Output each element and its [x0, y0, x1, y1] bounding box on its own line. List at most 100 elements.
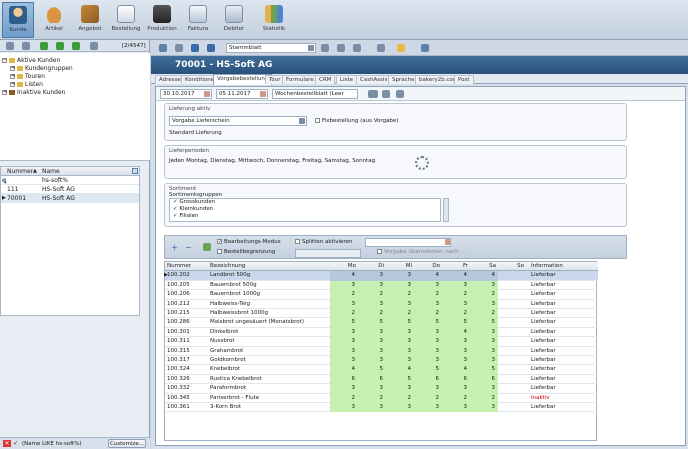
- cell-quantity[interactable]: 3: [330, 385, 358, 391]
- preview-icon[interactable]: [337, 44, 345, 52]
- apply-template-checkbox[interactable]: Vorgabe übernehmen nach ...: [377, 249, 466, 255]
- cell-quantity[interactable]: 3: [442, 357, 470, 363]
- cell-quantity[interactable]: 3: [386, 338, 414, 344]
- cell-quantity[interactable]: 3: [358, 282, 386, 288]
- tree-item-aktive-kunden[interactable]: − Aktive Kunden: [2, 57, 148, 65]
- cell-quantity[interactable]: 2: [442, 291, 470, 297]
- cell-quantity[interactable]: 3: [386, 357, 414, 363]
- cell-quantity[interactable]: 5: [470, 366, 498, 372]
- column-header[interactable]: Mi: [386, 263, 414, 269]
- column-header[interactable]: Mo: [330, 263, 358, 269]
- column-header[interactable]: Bezeichnung: [210, 263, 330, 269]
- cell-quantity[interactable]: 3: [414, 348, 442, 354]
- attach-icon[interactable]: [377, 44, 385, 52]
- cell-quantity[interactable]: 5: [330, 319, 358, 325]
- tab-post[interactable]: Post: [454, 75, 474, 84]
- tab-vorgabebestellung[interactable]: Vorgabebestellung: [213, 74, 273, 85]
- cell-quantity[interactable]: 6: [470, 376, 498, 382]
- cell-quantity[interactable]: 3: [330, 329, 358, 335]
- table-row[interactable]: 100.315 Grahambrot 3 3 3 3 3 3 Lieferbar: [165, 346, 598, 356]
- filter-row[interactable]: ꝗ hs-soft%: [1, 176, 139, 185]
- arrow-down-double-icon[interactable]: [56, 42, 64, 50]
- column-header[interactable]: Information: [531, 263, 591, 269]
- cell-quantity[interactable]: 3: [330, 348, 358, 354]
- export-icon[interactable]: [353, 44, 361, 52]
- ribbon-angebot-button[interactable]: Angebot: [72, 2, 108, 38]
- filter-check-icon[interactable]: ✓: [13, 440, 18, 447]
- refresh-icon[interactable]: [22, 42, 30, 50]
- cell-quantity[interactable]: 3: [414, 329, 442, 335]
- cell-quantity[interactable]: 2: [442, 310, 470, 316]
- table-row[interactable]: 100.206 Bauernbrot 1000g 2 2 2 2 2 2 Lieferbar: [165, 290, 598, 300]
- tree-item-inaktive-kunden[interactable]: + Inaktive Kunden: [2, 89, 148, 97]
- cell-quantity[interactable]: 3: [442, 404, 470, 410]
- cell-quantity[interactable]: 5: [386, 319, 414, 325]
- cell-quantity[interactable]: 2: [470, 310, 498, 316]
- cell-quantity[interactable]: 3: [358, 348, 386, 354]
- cell-quantity[interactable]: 3: [470, 338, 498, 344]
- cell-quantity[interactable]: 5: [414, 319, 442, 325]
- column-header-number[interactable]: Nummer: [7, 168, 33, 175]
- expand-icon[interactable]: +: [2, 90, 7, 95]
- cell-quantity[interactable]: 4: [414, 272, 442, 278]
- cell-quantity[interactable]: 6: [330, 376, 358, 382]
- search-dropdown-icon[interactable]: [308, 45, 314, 51]
- cell-quantity[interactable]: 3: [330, 404, 358, 410]
- table-row[interactable]: 100.332 Paraformbrot 3 3 3 3 3 3 Lieferbar: [165, 384, 598, 394]
- view-select[interactable]: Wochenbestellblatt (Leer Menge): [272, 89, 358, 99]
- cell-quantity[interactable]: 3: [358, 329, 386, 335]
- clear-filter-icon[interactable]: ✕: [3, 440, 11, 447]
- cell-quantity[interactable]: 3: [442, 301, 470, 307]
- table-row[interactable]: ▶ 100.202 Landbrot 500g 4 3 3 4 4 4 Lieferbar: [164, 271, 598, 281]
- cell-quantity[interactable]: 2: [358, 395, 386, 401]
- cell-quantity[interactable]: 2: [470, 395, 498, 401]
- tab-formulare[interactable]: Formulare: [282, 75, 318, 84]
- cell-quantity[interactable]: 4: [330, 366, 358, 372]
- arrow-down-triple-icon[interactable]: [72, 42, 80, 50]
- cell-quantity[interactable]: 2: [358, 310, 386, 316]
- comment-icon[interactable]: [397, 44, 405, 52]
- cell-quantity[interactable]: 4: [330, 272, 358, 278]
- column-header[interactable]: Di: [358, 263, 386, 269]
- cell-quantity[interactable]: 3: [414, 404, 442, 410]
- cell-quantity[interactable]: 3: [470, 357, 498, 363]
- date-to-field[interactable]: 05.11.2017: [216, 89, 268, 99]
- back-icon[interactable]: [159, 44, 167, 52]
- cell-quantity[interactable]: 5: [358, 319, 386, 325]
- column-header[interactable]: Sa: [470, 263, 498, 269]
- cell-quantity[interactable]: 2: [386, 310, 414, 316]
- cell-quantity[interactable]: 3: [330, 357, 358, 363]
- cell-quantity[interactable]: 4: [386, 366, 414, 372]
- cell-quantity[interactable]: 3: [358, 385, 386, 391]
- remove-icon[interactable]: −: [185, 243, 192, 252]
- filter-name-value[interactable]: hs-soft%: [42, 177, 68, 184]
- table-row[interactable]: 100.311 Nussbrot 3 3 3 3 3 3 Lieferbar: [165, 337, 598, 347]
- ribbon-statistik-button[interactable]: Statistik: [256, 2, 292, 38]
- ribbon-artikel-button[interactable]: Artikel: [36, 2, 72, 38]
- cell-quantity[interactable]: 3: [386, 348, 414, 354]
- tab-crm[interactable]: CRM: [315, 75, 336, 84]
- help-icon[interactable]: [421, 44, 429, 52]
- cell-quantity[interactable]: 3: [442, 385, 470, 391]
- table-row[interactable]: 100.324 Knebelbrot 4 5 4 5 4 5 Lieferbar: [165, 365, 598, 375]
- customize-button[interactable]: Customize...: [108, 439, 146, 448]
- cell-quantity[interactable]: 2: [386, 395, 414, 401]
- ribbon-kunde-button[interactable]: Kunde: [2, 2, 34, 38]
- column-header[interactable]: Do: [414, 263, 442, 269]
- cell-quantity[interactable]: 4: [442, 272, 470, 278]
- expand-icon[interactable]: +: [10, 82, 15, 87]
- split-checkbox[interactable]: Splitten aktivieren: [295, 239, 352, 245]
- list-item[interactable]: ✓ Filialen: [170, 213, 440, 220]
- cell-quantity[interactable]: 3: [386, 385, 414, 391]
- table-row[interactable]: 100.361 3-Korn Brot 3 3 3 3 3 3 Lieferbar: [165, 403, 598, 413]
- export-menu-icon[interactable]: [382, 90, 390, 98]
- table-row[interactable]: 100.326 Rustica Knebelbrot 6 6 5 6 6 6 Lieferbar: [165, 374, 598, 385]
- cell-quantity[interactable]: 3: [470, 329, 498, 335]
- cell-quantity[interactable]: 2: [442, 395, 470, 401]
- cell-quantity[interactable]: 2: [414, 310, 442, 316]
- tab-sprache[interactable]: Sprache: [388, 75, 419, 84]
- cell-quantity[interactable]: 3: [386, 404, 414, 410]
- column-chooser-icon[interactable]: [132, 168, 138, 174]
- delivery-select[interactable]: Vorgabe Lieferschein: [169, 116, 307, 126]
- table-row[interactable]: 100.301 Dinkelbrot 3 3 3 3 4 3 Lieferbar: [165, 327, 598, 338]
